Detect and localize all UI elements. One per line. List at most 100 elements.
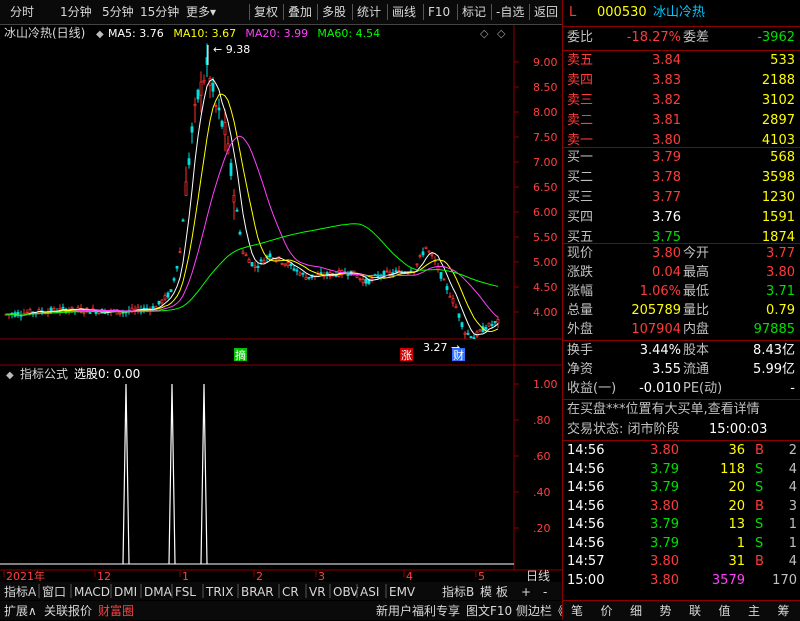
indicator-tab[interactable]: DMI [114, 585, 137, 599]
trade-state-label: 交易状态: 闭市阶段 [567, 422, 680, 437]
indicator-tab[interactable]: + [521, 585, 531, 599]
big-order-notice[interactable]: 在买盘***位置有大买单,查看详情 [563, 400, 800, 420]
panel-tab-button[interactable]: 筹 [778, 602, 790, 620]
candle-body [274, 258, 278, 261]
toolbar-返回-button[interactable]: 返回 [534, 0, 558, 24]
time-axis-label: 3 [318, 570, 325, 583]
time-axis-label: 5 [478, 570, 485, 583]
quote-header: L 000530 冰山冷热 [563, 3, 800, 23]
indicator-tab[interactable]: MACD [74, 585, 110, 599]
candle-body [487, 322, 491, 327]
candle-body [286, 262, 290, 267]
kline-chart[interactable]: 冰山冷热(日线) ◆ MA5: 3.76 MA10: 3.67 MA20: 3.99 MA… [0, 25, 562, 620]
candle-body [430, 254, 434, 257]
order-diff-value: -3962 [757, 30, 795, 45]
toolbar-叠加-button[interactable]: 叠加 [288, 0, 312, 24]
expand-diamond-icon[interactable]: ◇ [480, 27, 489, 40]
bid-volume: 1591 [761, 210, 795, 225]
collapse-icon[interactable]: ◇ [497, 27, 506, 40]
stat-value: 1.06% [639, 284, 681, 299]
toolbar-分时-button[interactable]: 分时 [10, 0, 34, 24]
panel-tab-button[interactable]: 价 [601, 602, 613, 620]
stat-value: 3.77 [766, 246, 795, 261]
stat-value: 3.80 [766, 265, 795, 280]
status-bar-item[interactable]: 侧边栏《 [516, 603, 562, 618]
tick-count: 2 [788, 443, 797, 458]
candle-body [88, 312, 92, 314]
period-label[interactable]: 日线 [526, 569, 550, 583]
toolbar-5分钟-button[interactable]: 5分钟 [102, 0, 134, 24]
panel-tab-button[interactable]: 势 [660, 602, 672, 620]
indicator-tab[interactable]: 模 [480, 585, 492, 599]
candle-body [490, 324, 494, 326]
tick-time: 14:57 [567, 554, 605, 569]
tick-count: 1 [788, 517, 797, 532]
status-bar-item[interactable]: 新用户福利专享 [376, 603, 460, 618]
chart-settings-icon[interactable]: ◆ [96, 29, 104, 40]
panel-tab-button[interactable]: 主 [748, 602, 760, 620]
trade-state-row: 交易状态: 闭市阶段 15:00:03 [563, 420, 800, 440]
toolbar-统计-button[interactable]: 统计 [357, 0, 381, 24]
indicator-tab[interactable]: FSL [175, 585, 196, 599]
indicator-tab[interactable]: EMV [389, 585, 416, 599]
candle-body [241, 251, 245, 254]
indicator-settings-icon[interactable]: ◆ [6, 370, 14, 381]
candle-body [160, 299, 164, 304]
toolbar-多股-button[interactable]: 多股 [322, 0, 346, 24]
indicator-tab[interactable]: 窗口 [42, 585, 66, 599]
candle-body [82, 311, 86, 314]
panel-tab-button[interactable]: 细 [630, 602, 642, 620]
candle-body [475, 331, 479, 337]
indicator-tab[interactable]: 板 [496, 585, 508, 599]
status-bar-item[interactable]: 图文F10 [466, 603, 512, 618]
indicator-tab[interactable]: TRIX [205, 585, 233, 599]
indicator-tab[interactable]: - [543, 585, 547, 599]
indicator-tab[interactable]: DMA [144, 585, 173, 599]
candle-body [247, 259, 251, 263]
candle-body [394, 270, 398, 273]
toolbar-15分钟-button[interactable]: 15分钟 [140, 0, 179, 24]
fundamental-value: 3.55 [652, 362, 681, 377]
toolbar-标记-button[interactable]: 标记 [462, 0, 486, 24]
tick-count: 4 [788, 554, 797, 569]
indicator-tab[interactable]: 指标B [442, 584, 474, 599]
candle-body [193, 104, 197, 107]
toolbar-1分钟-button[interactable]: 1分钟 [60, 0, 92, 24]
indicator-tab[interactable]: 指标A [4, 584, 37, 599]
bid-level-label: 买二 [567, 170, 594, 185]
candle-body [250, 262, 254, 267]
toolbar-画线-button[interactable]: 画线 [392, 0, 416, 24]
toolbar-F10-button[interactable]: F10 [428, 0, 450, 24]
price-tick-label: 8.00 [533, 106, 558, 119]
indicator-tab[interactable]: OBV [333, 585, 359, 599]
toolbar--自选-button[interactable]: -自选 [496, 0, 524, 24]
indicator-tab[interactable]: ASI [360, 585, 379, 599]
candle-body [448, 295, 452, 298]
candle-body [415, 263, 419, 266]
tick-row: 14:57 3.80 31 B 4 [563, 552, 800, 572]
candle-body [283, 263, 287, 266]
price-tick-label: 4.00 [533, 306, 558, 319]
candle-body [307, 276, 311, 279]
candle-body [25, 312, 29, 314]
tick-price: 3.79 [650, 517, 679, 532]
status-bar-item[interactable]: 扩展∧ [4, 604, 37, 618]
ask-price: 3.81 [652, 113, 681, 128]
indicator-tab[interactable]: CR [282, 585, 299, 599]
panel-tab-button[interactable]: 值 [719, 602, 731, 620]
candle-body [211, 82, 215, 92]
indicator-tab[interactable]: VR [309, 585, 326, 599]
indicator-tab[interactable]: BRAR [241, 585, 274, 599]
toolbar-separator [529, 4, 530, 20]
price-tick-label: 5.00 [533, 256, 558, 269]
status-bar-item[interactable]: 财富圈 [98, 603, 134, 618]
panel-tab-button[interactable]: 联 [689, 602, 701, 620]
panel-tab-button[interactable]: 笔 [571, 602, 583, 620]
candle-body [178, 251, 182, 254]
event-marker-label: 摘 [235, 348, 246, 362]
status-bar-item[interactable]: 关联报价 [44, 603, 92, 618]
stat-value: 0.04 [652, 265, 681, 280]
candle-body [424, 246, 428, 249]
toolbar-更多-button[interactable]: 更多▾ [186, 0, 216, 24]
toolbar-复权-button[interactable]: 复权 [254, 0, 278, 24]
